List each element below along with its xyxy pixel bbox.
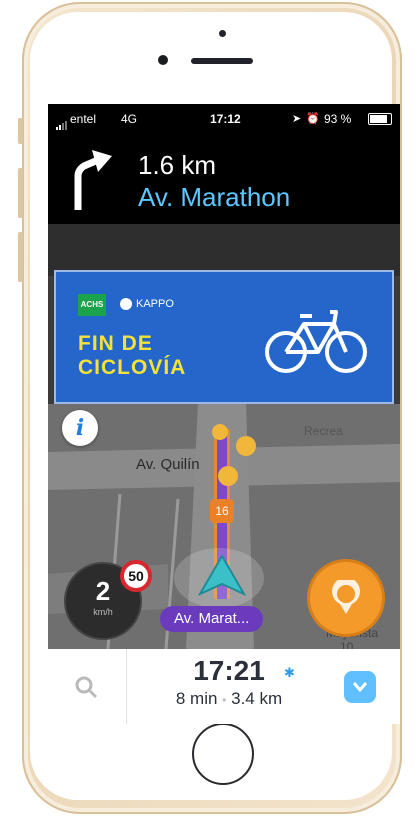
app-screen: entel 4G 17:12 ➤ ⏰ 93 % 1.6 km Av. Marat… [48, 104, 400, 724]
achs-logo: ACHS [78, 294, 106, 316]
chevron-down-icon [352, 682, 368, 693]
eta-details: 8 min • 3.4 km [126, 689, 332, 709]
signal-icon [56, 116, 68, 130]
info-button[interactable]: i [62, 410, 98, 446]
trip-duration: 8 min [175, 689, 218, 708]
kappo-logo-icon [120, 298, 132, 310]
report-button[interactable] [310, 562, 382, 634]
turn-right-arrow-icon [74, 150, 112, 210]
clock: 17:12 [210, 112, 241, 126]
alert-title-line1: FIN DE [78, 332, 153, 355]
volume-down-button [18, 232, 23, 282]
turn-instruction-panel[interactable]: 1.6 km Av. Marathon [48, 132, 400, 224]
current-street-pill: Av. Marat... [160, 606, 264, 632]
speed-limit-sign: 50 [120, 560, 152, 592]
vehicle-position-arrow-icon [198, 554, 246, 596]
search-button[interactable] [48, 649, 127, 724]
proximity-sensor [219, 30, 226, 37]
battery-icon [368, 113, 392, 125]
remaining-distance: 3.4 km [231, 689, 283, 708]
arrival-time: 17:21 [193, 655, 265, 686]
expand-menu-button[interactable] [344, 671, 376, 703]
eta-separator: • [222, 693, 227, 707]
location-arrow-icon: ➤ [292, 113, 302, 125]
earpiece-speaker [191, 58, 253, 64]
kappo-brand-label: KAPPO [136, 298, 174, 310]
status-bar: entel 4G 17:12 ➤ ⏰ 93 % [48, 104, 400, 132]
carrier-label: entel [70, 112, 97, 126]
alarm-icon: ⏰ [306, 113, 320, 125]
report-pin-icon [332, 580, 360, 614]
road-background [48, 224, 400, 276]
alert-title-line2: CICLOVÍA [78, 356, 187, 379]
eta-bar: 17:21 ✱ 8 min • 3.4 km [48, 649, 400, 724]
bluetooth-icon: ✱ [284, 665, 295, 680]
map-view[interactable]: Recrea Av. Quilín 16 Mayorista 10 2 km/h… [48, 404, 400, 654]
road-number-label: 16 [215, 504, 229, 518]
battery-fill [370, 115, 387, 123]
home-button[interactable] [192, 723, 254, 785]
network-label: 4G [121, 112, 138, 126]
mute-switch [18, 118, 23, 144]
area-label-top: Recrea [304, 424, 343, 438]
battery-percent: 93 % [324, 112, 352, 126]
speed-unit: km/h [93, 607, 113, 617]
eta-summary[interactable]: 17:21 ✱ 8 min • 3.4 km [126, 649, 332, 724]
bicycle-icon [265, 310, 367, 373]
distance-to-turn: 1.6 km [138, 150, 217, 180]
search-icon [75, 676, 98, 699]
volume-up-button [18, 168, 23, 218]
next-street-name: Av. Marathon [138, 182, 291, 212]
bike-lane-alert-banner[interactable]: ACHS KAPPO FIN DE CICLOVÍA [54, 270, 394, 404]
street-label-quilin: Av. Quilín [136, 456, 200, 473]
front-camera-icon [158, 55, 168, 65]
